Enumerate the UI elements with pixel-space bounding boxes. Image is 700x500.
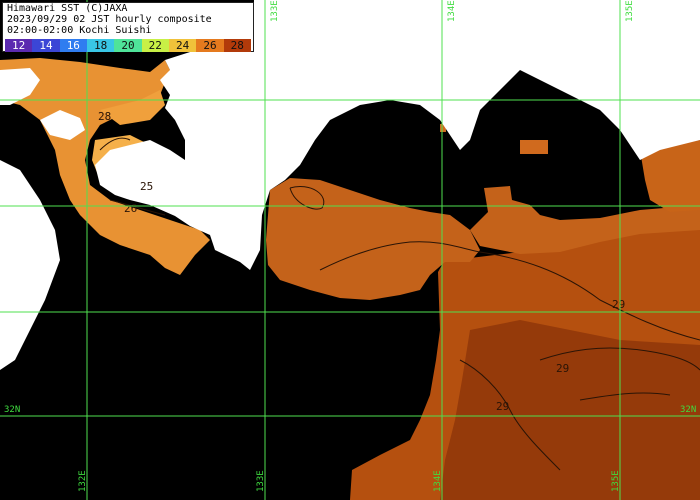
contour-label-28: 28 [98, 110, 111, 123]
caption-time: 2023/09/29 02 JST hourly composite [7, 14, 212, 25]
lon-label-132e-bottom: 132E [78, 470, 88, 492]
contour-label-29c: 29 [496, 400, 509, 413]
colorbar-tick: 28 [223, 39, 251, 52]
colorbar-tick: 16 [59, 39, 87, 52]
colorbar-tick: 12 [5, 39, 33, 52]
lat-label-32n-left: 32N [4, 405, 21, 415]
colorbar-tick: 20 [114, 39, 142, 52]
lon-label-134e-top: 134E [447, 0, 457, 22]
colorbar-tick: 26 [196, 39, 224, 52]
caption-title: Himawari SST (C)JAXA [7, 3, 128, 14]
colorbar-tick: 22 [141, 39, 169, 52]
contour-label-25: 25 [140, 180, 153, 193]
caption-source: 02:00-02:00 Kochi Suishi [7, 25, 152, 36]
sst-patch [520, 140, 548, 154]
contour-label-29b: 29 [556, 362, 569, 375]
contour-label-26: 26 [124, 202, 137, 215]
colorbar-tick: 24 [168, 39, 197, 52]
sst-map: 25 26 28 29 29 29 [0, 0, 700, 500]
lon-label-134e-bottom: 134E [433, 470, 443, 492]
lat-label-32n-right: 32N [680, 405, 697, 415]
colorbar-tick: 14 [32, 39, 60, 52]
contour-label-29a: 29 [612, 298, 625, 311]
lon-label-135e-bottom: 135E [611, 470, 621, 492]
sst-colorbar: 12 14 16 18 20 22 24 26 28 [5, 39, 251, 52]
lon-label-133e-top: 133E [270, 0, 280, 22]
lon-label-133e-bottom: 133E [256, 470, 266, 492]
lon-label-135e-top: 135E [625, 0, 635, 22]
sst-dark-region [440, 320, 700, 500]
map-caption: Himawari SST (C)JAXA 2023/09/29 02 JST h… [2, 2, 254, 52]
colorbar-tick: 18 [86, 39, 115, 52]
